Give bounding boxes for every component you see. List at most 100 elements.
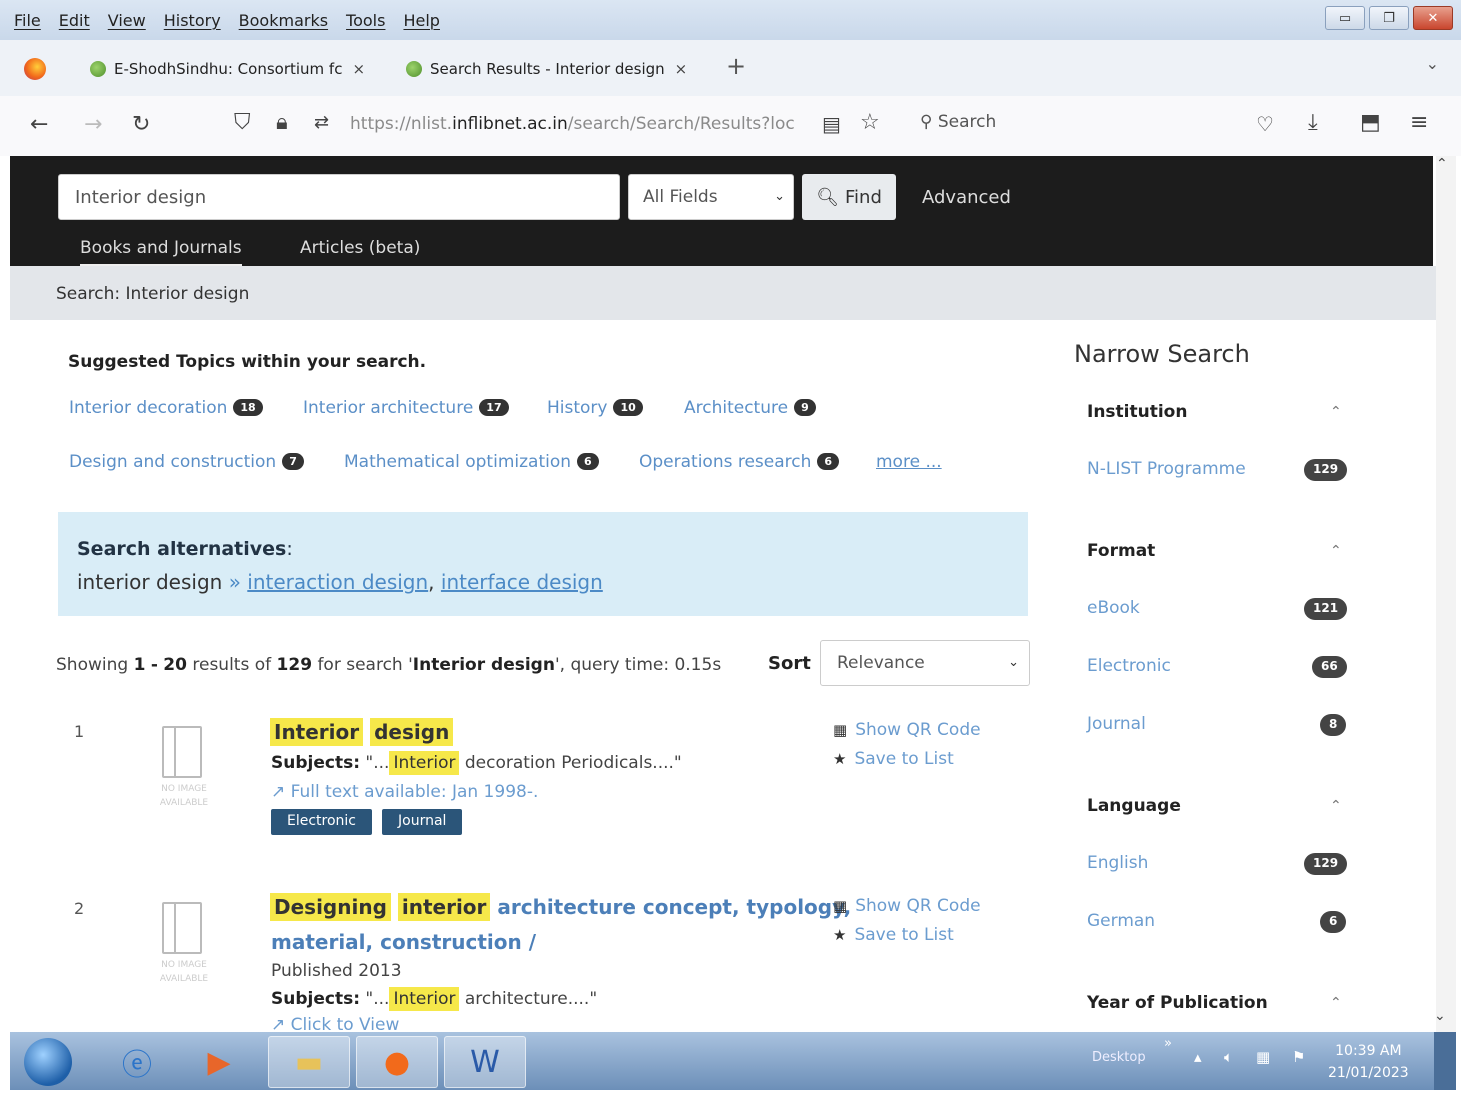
folder-icon: ▬ — [294, 1044, 324, 1080]
scroll-down-icon[interactable]: ⌄ — [1434, 1008, 1446, 1024]
topic-link[interactable]: History 10 — [547, 398, 643, 418]
alternative-link-interface-design[interactable]: interface design — [441, 570, 603, 594]
tracking-shield-icon[interactable]: ⛉ — [234, 110, 251, 135]
menu-bookmarks[interactable]: Bookmarks — [239, 11, 328, 30]
desktop-toolbar-label[interactable]: Desktop — [1092, 1050, 1146, 1065]
result-title-link[interactable]: Interior design — [270, 718, 454, 746]
browser-search-box[interactable]: ⚲ Search — [920, 112, 996, 132]
extensions-icon[interactable]: ⬒ — [1360, 110, 1381, 135]
result-title-link[interactable]: Designing interior architecture concept,… — [270, 893, 851, 921]
start-button[interactable] — [24, 1038, 72, 1086]
save-to-list-link[interactable]: ★ Save to List — [833, 749, 954, 769]
find-button[interactable]: 🔍︎ Find — [802, 174, 896, 220]
save-to-list-link[interactable]: ★ Save to List — [833, 925, 954, 945]
show-qr-code-link[interactable]: ▦ Show QR Code — [833, 896, 981, 916]
pocket-icon[interactable]: ♡ — [1256, 112, 1274, 136]
reload-icon[interactable]: ↻ — [132, 112, 150, 137]
highlight-term: Designing — [270, 893, 391, 921]
tab-close-icon[interactable]: × — [675, 60, 688, 78]
taskbar-explorer[interactable]: ▬ — [268, 1036, 350, 1088]
facet-item[interactable]: Electronic — [1087, 656, 1171, 676]
taskbar-firefox[interactable]: ● — [356, 1036, 438, 1088]
alternative-link-interaction-design[interactable]: interaction design — [247, 570, 428, 594]
list-tabs-chevron-icon[interactable]: ⌄ — [1426, 54, 1439, 73]
search-input[interactable]: Interior design — [58, 174, 620, 220]
more-topics-link[interactable]: more ... — [876, 452, 942, 472]
menu-edit[interactable]: Edit — [59, 11, 90, 30]
topic-link[interactable]: Interior decoration 18 — [69, 398, 263, 418]
new-tab-button[interactable]: + — [726, 52, 746, 80]
sort-select[interactable]: Relevance ⌄ — [820, 640, 1030, 686]
firefox-view-icon[interactable] — [24, 58, 46, 80]
reader-view-icon[interactable]: ▤ — [822, 112, 841, 136]
taskbar-ie[interactable]: ⓔ — [96, 1036, 178, 1088]
restore-button[interactable]: ❐ — [1369, 6, 1409, 30]
tab-books-and-journals[interactable]: Books and Journals — [80, 238, 242, 267]
search-field-select[interactable]: All Fields ⌄ — [628, 174, 794, 220]
volume-icon[interactable]: 🔈︎ — [1224, 1048, 1233, 1066]
network-icon[interactable]: ▦ — [1256, 1048, 1270, 1066]
topic-link[interactable]: Design and construction 7 — [69, 452, 304, 472]
topic-link[interactable]: Interior architecture 17 — [303, 398, 509, 418]
permissions-icon[interactable]: ⇄ — [314, 112, 329, 133]
topic-link[interactable]: Operations research 6 — [639, 452, 840, 472]
facet-item[interactable]: Journal — [1087, 714, 1146, 734]
advanced-search-link[interactable]: Advanced — [922, 187, 1011, 208]
address-bar[interactable]: https://nlist.inflibnet.ac.in/search/Sea… — [350, 114, 795, 134]
facet-heading-year[interactable]: Year of Publication — [1087, 993, 1268, 1013]
chevron-up-icon[interactable]: ⌃ — [1330, 798, 1342, 814]
result-subjects: Subjects: "... Interior architecture...." — [271, 987, 597, 1011]
facet-heading-format[interactable]: Format — [1087, 541, 1155, 561]
show-qr-code-link[interactable]: ▦ Show QR Code — [833, 720, 981, 740]
lock-icon[interactable]: 🔒︎ — [276, 110, 288, 135]
tab-search-results[interactable]: Search Results - Interior design × — [406, 54, 687, 84]
taskbar-media-player[interactable]: ▶ — [178, 1036, 260, 1088]
scroll-up-icon[interactable]: ⌃ — [1436, 156, 1448, 172]
chevron-up-icon[interactable]: ⌃ — [1330, 404, 1342, 420]
facet-item[interactable]: eBook — [1087, 598, 1140, 618]
chevron-up-icon[interactable]: ⌃ — [1330, 543, 1342, 559]
external-link-icon: ↗ — [271, 782, 286, 802]
menu-tools[interactable]: Tools — [346, 11, 385, 30]
result-subjects: Subjects: "... Interior decoration Period… — [271, 751, 682, 775]
menu-view[interactable]: View — [108, 11, 146, 30]
close-window-button[interactable]: ✕ — [1413, 6, 1453, 30]
menu-help[interactable]: Help — [403, 11, 439, 30]
downloads-icon[interactable]: ⤓ — [1308, 110, 1318, 135]
tab-articles[interactable]: Articles (beta) — [300, 238, 420, 258]
forward-arrow-icon[interactable]: → — [84, 112, 102, 137]
topic-label: Design and construction — [69, 452, 277, 472]
browser-search-label: Search — [937, 112, 997, 132]
facet-item[interactable]: English — [1087, 853, 1148, 873]
page-scrollbar[interactable] — [1436, 156, 1456, 1032]
topic-link[interactable]: Mathematical optimization 6 — [344, 452, 599, 472]
result-thumbnail[interactable]: NO IMAGE AVAILABLE — [136, 900, 232, 1000]
full-text-link[interactable]: ↗ Full text available: Jan 1998-. — [271, 782, 538, 802]
system-clock[interactable]: 10:39 AM 21/01/2023 — [1328, 1040, 1409, 1084]
toolbar-chevron[interactable]: » — [1164, 1036, 1172, 1051]
tab-close-icon[interactable]: × — [352, 60, 365, 78]
result-title-line2[interactable]: material, construction / — [271, 930, 536, 954]
back-arrow-icon[interactable]: ← — [30, 112, 48, 137]
menu-file[interactable]: File — [14, 11, 41, 30]
menu-history[interactable]: History — [164, 11, 221, 30]
highlight-term: Interior — [270, 718, 364, 746]
facet-item[interactable]: N-LIST Programme — [1087, 459, 1246, 479]
chevron-down-icon: ⌄ — [1008, 655, 1019, 670]
minimize-button[interactable]: ▭ — [1325, 6, 1365, 30]
hamburger-menu-icon[interactable]: ≡ — [1410, 110, 1428, 135]
tray-expand-icon[interactable]: ▴ — [1194, 1048, 1202, 1066]
facet-heading-institution[interactable]: Institution — [1087, 402, 1187, 422]
facet-heading-language[interactable]: Language — [1087, 796, 1181, 816]
taskbar-word[interactable]: W — [444, 1036, 526, 1088]
click-to-view-link[interactable]: ↗ Click to View — [271, 1015, 399, 1032]
facet-item[interactable]: German — [1087, 911, 1155, 931]
summary-for-search: for search ' — [317, 655, 413, 675]
show-desktop-button[interactable] — [1434, 1032, 1456, 1090]
tab-eshodhsindhu[interactable]: E-ShodhSindhu: Consortium fc × — [90, 54, 365, 84]
topic-link[interactable]: Architecture 9 — [684, 398, 816, 418]
chevron-up-icon[interactable]: ⌃ — [1330, 995, 1342, 1011]
action-center-flag-icon[interactable]: ⚑ — [1292, 1048, 1305, 1066]
result-thumbnail[interactable]: NO IMAGE AVAILABLE — [136, 724, 232, 824]
bookmark-star-icon[interactable]: ☆ — [860, 110, 880, 135]
